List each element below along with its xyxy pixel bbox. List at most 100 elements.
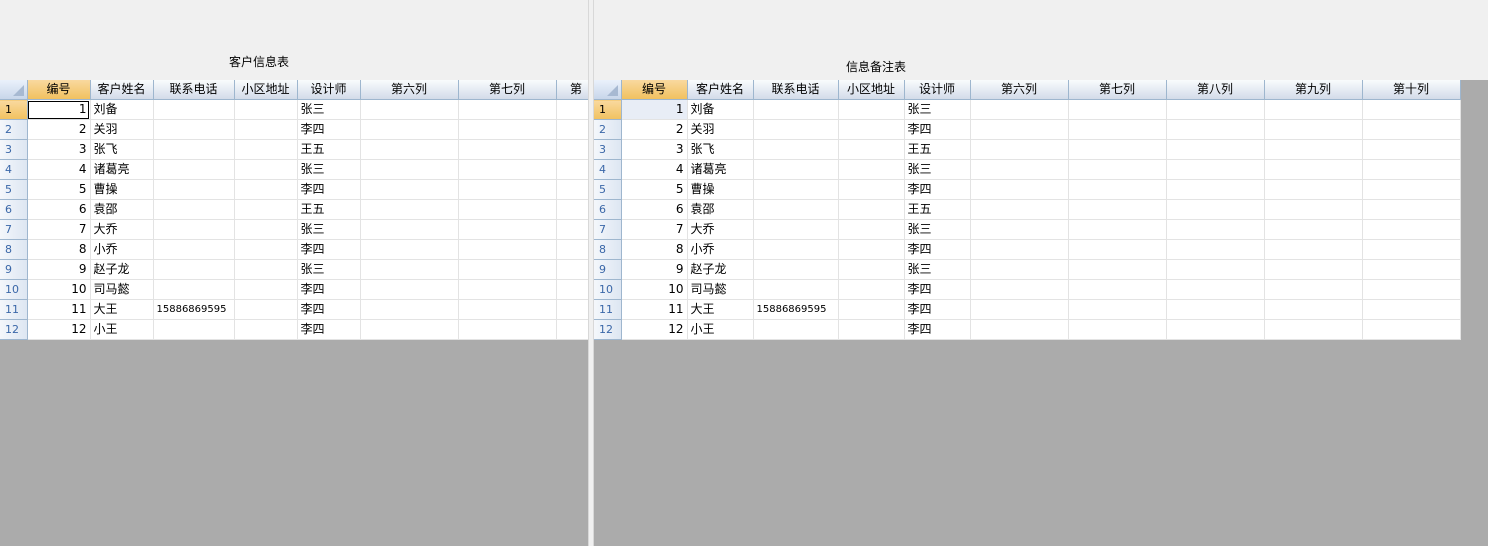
empty-cell[interactable]: [1068, 219, 1167, 240]
cell-id[interactable]: 5: [621, 179, 688, 200]
row-header[interactable]: 8: [594, 239, 622, 260]
cell-id[interactable]: 10: [621, 279, 688, 300]
row-header[interactable]: 4: [594, 159, 622, 180]
empty-cell[interactable]: [970, 159, 1069, 180]
cell-address[interactable]: [234, 299, 298, 320]
cell-designer[interactable]: 李四: [297, 179, 361, 200]
empty-cell[interactable]: [1264, 219, 1363, 240]
row-header[interactable]: 3: [594, 139, 622, 160]
cell-designer[interactable]: 李四: [297, 119, 361, 140]
empty-cell[interactable]: [1362, 259, 1461, 280]
column-header[interactable]: 第七列: [458, 80, 557, 100]
empty-cell[interactable]: [1068, 199, 1167, 220]
column-header[interactable]: 客户姓名: [90, 80, 154, 100]
row-header[interactable]: 1: [0, 99, 28, 120]
cell-phone[interactable]: [753, 139, 839, 160]
empty-cell[interactable]: [1166, 259, 1265, 280]
cell-address[interactable]: [234, 319, 298, 340]
cell-designer[interactable]: 王五: [297, 199, 361, 220]
cell-phone[interactable]: [753, 179, 839, 200]
cell-phone[interactable]: [153, 179, 235, 200]
cell-name[interactable]: 关羽: [90, 119, 154, 140]
empty-cell[interactable]: [1362, 159, 1461, 180]
cell-name[interactable]: 刘备: [687, 99, 754, 120]
cell-designer[interactable]: 王五: [297, 139, 361, 160]
table-row[interactable]: 10 10 司马懿 李四: [0, 279, 588, 300]
select-all-corner[interactable]: [0, 80, 28, 100]
cell-phone[interactable]: [753, 199, 839, 220]
column-header[interactable]: 联系电话: [153, 80, 235, 100]
right-data-grid[interactable]: 编号 客户姓名 联系电话 小区地址 设计师 第六列 第七列 第八列 第九列 第十列 1 1 刘备 张三 2 2…: [594, 80, 1461, 340]
empty-cell[interactable]: [556, 239, 588, 260]
empty-cell[interactable]: [1264, 279, 1363, 300]
cell-id[interactable]: 9: [27, 259, 91, 280]
row-header[interactable]: 12: [594, 319, 622, 340]
table-row[interactable]: 9 9 赵子龙 张三: [594, 259, 1461, 280]
cell-address[interactable]: [838, 119, 905, 140]
row-header[interactable]: 8: [0, 239, 28, 260]
empty-cell[interactable]: [556, 279, 588, 300]
empty-cell[interactable]: [1166, 299, 1265, 320]
column-header[interactable]: 编号: [621, 80, 688, 100]
cell-id[interactable]: 6: [621, 199, 688, 220]
cell-designer[interactable]: 李四: [904, 119, 971, 140]
empty-cell[interactable]: [1362, 219, 1461, 240]
cell-address[interactable]: [838, 219, 905, 240]
row-header[interactable]: 4: [0, 159, 28, 180]
empty-cell[interactable]: [1166, 239, 1265, 260]
cell-id[interactable]: 5: [27, 179, 91, 200]
empty-cell[interactable]: [970, 259, 1069, 280]
cell-designer[interactable]: 李四: [297, 239, 361, 260]
table-row[interactable]: 1 1 刘备 张三: [0, 99, 588, 120]
column-header[interactable]: 客户姓名: [687, 80, 754, 100]
empty-cell[interactable]: [360, 159, 459, 180]
cell-address[interactable]: [234, 219, 298, 240]
column-header[interactable]: 第十列: [1362, 80, 1461, 100]
cell-name[interactable]: 赵子龙: [90, 259, 154, 280]
cell-designer[interactable]: 张三: [904, 159, 971, 180]
empty-cell[interactable]: [1362, 279, 1461, 300]
row-header[interactable]: 6: [594, 199, 622, 220]
cell-phone[interactable]: [153, 279, 235, 300]
cell-id[interactable]: 12: [27, 319, 91, 340]
row-header[interactable]: 10: [594, 279, 622, 300]
cell-id[interactable]: 11: [27, 299, 91, 320]
column-header[interactable]: 编号: [27, 80, 91, 100]
row-header[interactable]: 9: [0, 259, 28, 280]
empty-cell[interactable]: [1166, 119, 1265, 140]
empty-cell[interactable]: [458, 259, 557, 280]
cell-id[interactable]: 1: [621, 99, 688, 120]
cell-id[interactable]: 10: [27, 279, 91, 300]
empty-cell[interactable]: [458, 239, 557, 260]
empty-cell[interactable]: [556, 99, 588, 120]
cell-name[interactable]: 袁邵: [687, 199, 754, 220]
cell-phone[interactable]: [153, 99, 235, 120]
cell-name[interactable]: 赵子龙: [687, 259, 754, 280]
empty-cell[interactable]: [970, 199, 1069, 220]
cell-designer[interactable]: 李四: [904, 299, 971, 320]
column-header[interactable]: 第八列: [1166, 80, 1265, 100]
empty-cell[interactable]: [458, 219, 557, 240]
cell-id[interactable]: 8: [621, 239, 688, 260]
empty-cell[interactable]: [1264, 299, 1363, 320]
cell-address[interactable]: [838, 159, 905, 180]
cell-phone[interactable]: [153, 319, 235, 340]
table-row[interactable]: 2 2 关羽 李四: [0, 119, 588, 140]
empty-cell[interactable]: [458, 299, 557, 320]
empty-cell[interactable]: [556, 219, 588, 240]
empty-cell[interactable]: [556, 119, 588, 140]
cell-id[interactable]: 12: [621, 319, 688, 340]
empty-cell[interactable]: [1264, 259, 1363, 280]
table-row[interactable]: 8 8 小乔 李四: [594, 239, 1461, 260]
cell-id[interactable]: 6: [27, 199, 91, 220]
cell-phone[interactable]: [153, 259, 235, 280]
empty-cell[interactable]: [360, 179, 459, 200]
cell-address[interactable]: [234, 159, 298, 180]
cell-address[interactable]: [838, 239, 905, 260]
empty-cell[interactable]: [458, 319, 557, 340]
cell-name[interactable]: 关羽: [687, 119, 754, 140]
empty-cell[interactable]: [1166, 139, 1265, 160]
cell-designer[interactable]: 张三: [904, 259, 971, 280]
row-header[interactable]: 7: [0, 219, 28, 240]
empty-cell[interactable]: [1068, 159, 1167, 180]
